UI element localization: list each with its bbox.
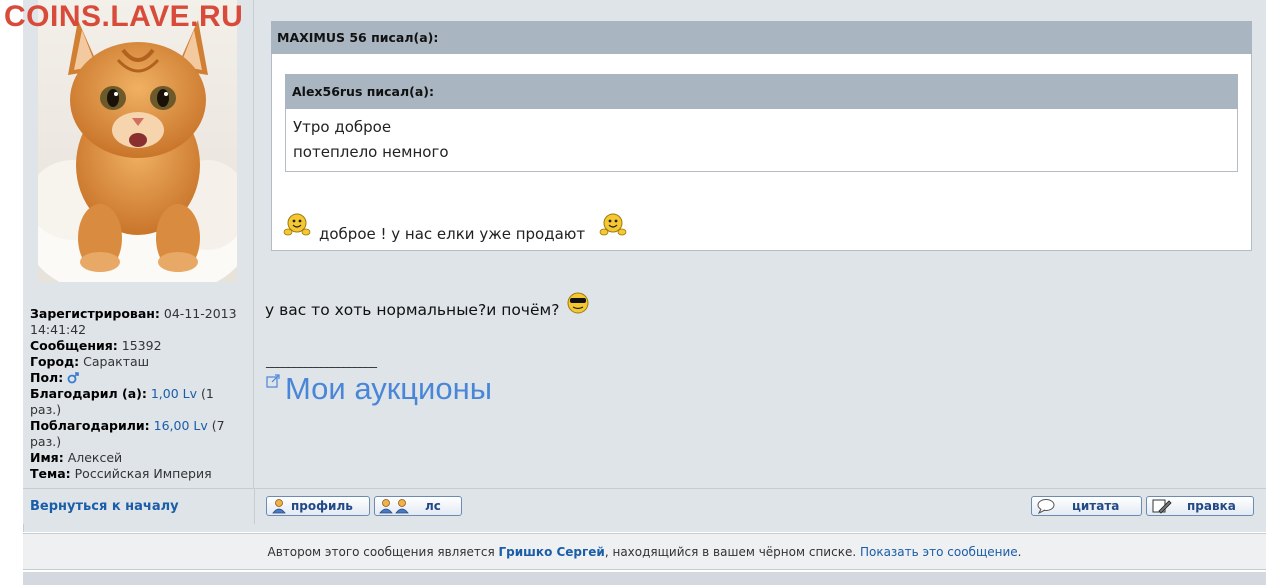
messages-value: 15392: [121, 338, 162, 353]
edit-document-icon: [1152, 499, 1172, 514]
city-label: Город:: [30, 354, 80, 369]
column-divider: [254, 488, 255, 524]
thanked-label: Благодарил (а):: [30, 386, 147, 401]
speech-bubble-icon: [1037, 499, 1055, 514]
cat-avatar-image: [38, 0, 237, 282]
edit-button-label: правка: [1187, 499, 1236, 513]
thanked-value-link[interactable]: 1,00 Lv: [151, 386, 197, 401]
theme-label: Тема:: [30, 466, 71, 481]
received-thanks-value-link[interactable]: 16,00 Lv: [154, 418, 208, 433]
quote-button[interactable]: цитата: [1031, 496, 1142, 516]
private-message-button[interactable]: лс: [374, 496, 462, 516]
quote-button-label: цитата: [1072, 499, 1120, 513]
pm-button-label: лс: [425, 499, 441, 513]
name-label: Имя:: [30, 450, 64, 465]
show-message-link[interactable]: Показать это сообщение: [860, 545, 1018, 559]
notice-text-before: Автором этого сообщения является: [267, 545, 499, 559]
inner-quote-header: Alex56rus писал(а):: [285, 74, 1238, 109]
author-profile-info: Зарегистрирован: 04-11-2013 14:41:42 Соо…: [30, 306, 245, 482]
smiley-waving-icon: [599, 213, 627, 236]
theme-value: Российская Империя: [74, 466, 212, 481]
outer-quote-header: MAXIMUS 56 писал(а):: [271, 21, 1252, 54]
inner-quote-line-2: потеплело немного: [293, 143, 449, 161]
blocked-author-notice: Автором этого сообщения является Гришко …: [23, 533, 1266, 570]
city-value: Саракташ: [83, 354, 150, 369]
users-pair-icon: [379, 499, 409, 514]
gender-label: Пол:: [30, 370, 64, 385]
my-auctions-link[interactable]: Мои аукционы: [285, 371, 492, 407]
cool-sunglasses-smiley-icon: [567, 292, 589, 314]
signature-separator: ____________________: [266, 354, 377, 369]
profile-button[interactable]: профиль: [266, 496, 370, 516]
notice-text-end: .: [1017, 545, 1022, 559]
user-avatar[interactable]: [38, 0, 237, 282]
smiley-waving-icon: [283, 213, 311, 236]
post-message-text: у вас то хоть нормальные?и почём?: [265, 301, 560, 319]
site-watermark: COINS.LAVE.RU: [4, 0, 244, 33]
inner-quote-line-1: Утро доброе: [293, 118, 392, 136]
blocked-author-name: Гришко Сергей: [498, 545, 605, 559]
registered-label: Зарегистрирован:: [30, 306, 160, 321]
edit-button[interactable]: правка: [1146, 496, 1254, 516]
next-post-strip: [23, 572, 1266, 585]
name-value: Алексей: [67, 450, 123, 465]
male-gender-icon: [67, 372, 79, 384]
back-to-top-link[interactable]: Вернуться к началу: [30, 499, 179, 514]
user-icon: [272, 499, 286, 514]
profile-button-label: профиль: [291, 499, 353, 513]
notice-text-middle: , находящийся в вашем чёрном списке.: [604, 545, 860, 559]
outer-quote-text: доброе ! у нас елки уже продают: [319, 225, 586, 243]
messages-label: Сообщения:: [30, 338, 118, 353]
external-link-icon: [266, 374, 280, 388]
received-thanks-label: Поблагодарили:: [30, 418, 150, 433]
